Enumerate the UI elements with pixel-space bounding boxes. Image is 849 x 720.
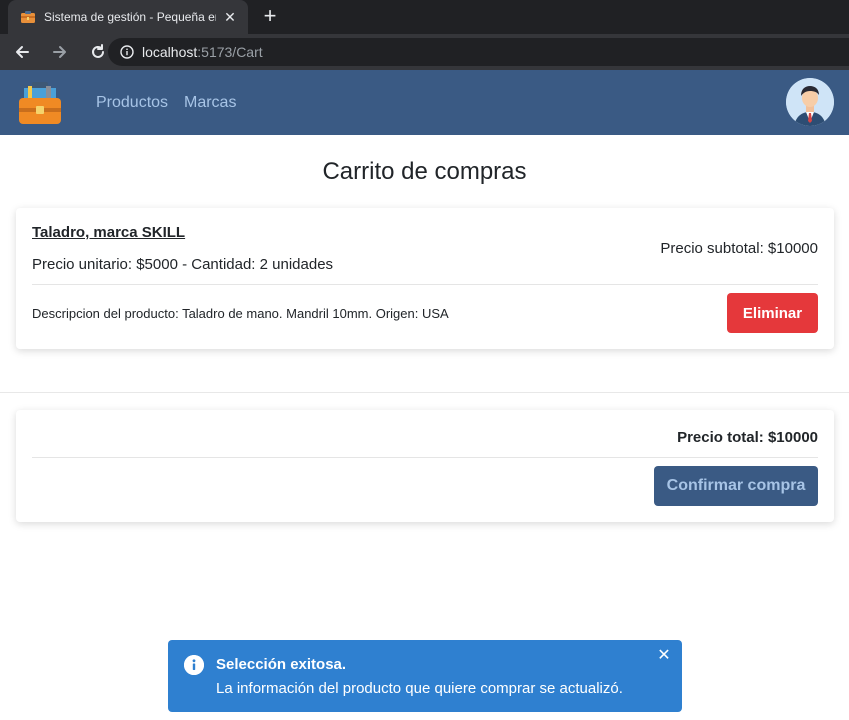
url-host: localhost [142, 44, 198, 60]
app-navbar: Productos Marcas [0, 70, 849, 135]
toast-notification: Selección exitosa. La información del pr… [168, 640, 682, 712]
user-avatar[interactable] [786, 78, 834, 126]
confirm-purchase-button[interactable]: Confirmar compra [654, 466, 818, 506]
nav-link-marcas[interactable]: Marcas [184, 94, 236, 112]
section-divider [0, 392, 849, 393]
arrow-left-icon [16, 46, 29, 58]
close-icon[interactable]: ✕ [656, 648, 672, 664]
new-tab-button[interactable]: + [258, 5, 282, 29]
nav-link-productos[interactable]: Productos [96, 94, 168, 112]
toolbox-logo-icon[interactable] [18, 80, 62, 126]
browser-tab-strip: Sistema de gestión - Pequeña em ✕ + [0, 0, 849, 34]
info-icon [184, 655, 204, 675]
arrow-right-icon [53, 46, 66, 58]
info-icon [120, 45, 134, 59]
page-title: Carrito de compras [322, 158, 527, 185]
toast-title: Selección exitosa. [216, 656, 347, 673]
browser-toolbar: localhost:5173/Cart [0, 34, 849, 70]
browser-tab[interactable]: Sistema de gestión - Pequeña em ✕ [8, 0, 248, 34]
delete-button[interactable]: Eliminar [727, 293, 818, 333]
url-path: :5173/Cart [197, 44, 263, 60]
product-price-quantity: Precio unitario: $5000 - Cantidad: 2 uni… [32, 256, 334, 273]
cart-total-card: Precio total: $10000 Confirmar compra [16, 410, 834, 522]
total-price: Precio total: $10000 [677, 429, 818, 446]
divider [32, 457, 818, 458]
product-name-link[interactable]: Taladro, marca SKILL [32, 224, 185, 241]
reload-icon [92, 44, 104, 58]
back-button[interactable] [6, 36, 38, 68]
forward-button[interactable] [44, 36, 76, 68]
product-description: Descripcion del producto: Taladro de man… [32, 306, 449, 321]
address-bar[interactable]: localhost:5173/Cart [108, 38, 849, 66]
toolbox-favicon-icon [20, 9, 36, 25]
cart-item-card: Taladro, marca SKILL Precio unitario: $5… [16, 208, 834, 349]
toast-message: La información del producto que quiere c… [216, 680, 623, 697]
url-text: localhost:5173/Cart [142, 44, 263, 60]
tab-title: Sistema de gestión - Pequeña em [44, 10, 216, 24]
product-subtotal: Precio subtotal: $10000 [660, 240, 818, 257]
divider [32, 284, 818, 285]
tab-close-icon[interactable]: ✕ [222, 9, 238, 26]
